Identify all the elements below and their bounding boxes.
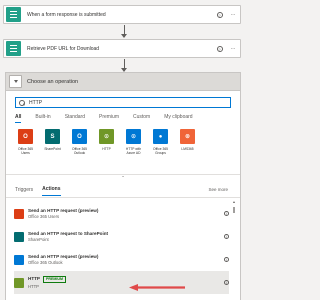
scroll-thumb[interactable] bbox=[233, 207, 235, 213]
action-connector: HTTP bbox=[28, 283, 39, 289]
tab-triggers[interactable]: Triggers bbox=[15, 187, 33, 196]
forms-icon bbox=[6, 7, 21, 22]
action-list: Send an HTTP request (preview) Office 36… bbox=[14, 202, 229, 294]
action-title: Send an HTTP request (preview) bbox=[28, 208, 99, 213]
chevron-up-icon: ⌃ bbox=[121, 175, 125, 180]
premium-badge: PREMIUM bbox=[43, 276, 66, 283]
connector-label: Office 365 Users bbox=[18, 147, 33, 155]
step-title: When a form response is submitted bbox=[27, 11, 106, 18]
operation-type-tabs: Triggers Actions bbox=[15, 186, 70, 196]
list-item[interactable]: Send an HTTP request (preview) Office 36… bbox=[14, 248, 229, 271]
tab-my-clipboard[interactable]: My clipboard bbox=[164, 114, 192, 123]
more-options-icon[interactable]: ··· bbox=[231, 46, 236, 52]
filter-tabs: All Built-in Standard Premium Custom My … bbox=[15, 114, 207, 123]
list-item[interactable]: Send an HTTP request (preview) Office 36… bbox=[14, 202, 229, 225]
flow-step-compose[interactable]: Retrieve PDF URL for Download ? ··· bbox=[3, 39, 241, 58]
tab-standard[interactable]: Standard bbox=[65, 114, 85, 123]
help-icon[interactable]: ? bbox=[216, 11, 223, 18]
connector-http-azure-ad[interactable]: ⊙ HTTP with Azure AD bbox=[123, 129, 144, 155]
connector-label: SharePoint bbox=[44, 147, 61, 151]
search-icon bbox=[19, 99, 25, 106]
connector-label: Office 365 Outlook bbox=[72, 147, 87, 155]
connector-sharepoint[interactable]: S SharePoint bbox=[42, 129, 63, 155]
compose-icon bbox=[6, 41, 21, 56]
connector-http[interactable]: ⊙ HTTP bbox=[96, 129, 117, 155]
connector-office365-outlook[interactable]: O Office 365 Outlook bbox=[69, 129, 90, 155]
action-title: HTTP bbox=[28, 276, 40, 282]
more-options-icon[interactable]: ··· bbox=[231, 12, 236, 18]
tab-built-in[interactable]: Built-in bbox=[35, 114, 50, 123]
outlook-icon: O bbox=[72, 129, 87, 144]
connector-label: HTTP bbox=[102, 147, 111, 151]
connector-label: LMS365 bbox=[181, 147, 194, 151]
list-item-http[interactable]: HTTP PREMIUM HTTP i bbox=[14, 271, 229, 294]
office365-groups-icon: ● bbox=[153, 129, 168, 144]
http-globe-icon: ⊙ bbox=[99, 129, 114, 144]
sharepoint-icon bbox=[14, 231, 24, 242]
flow-connector-arrow bbox=[121, 25, 127, 38]
tab-premium[interactable]: Premium bbox=[99, 114, 119, 123]
action-connector: Office 365 Users bbox=[28, 214, 60, 219]
choose-operation-panel: Choose an operation All Built-in Standar… bbox=[5, 72, 241, 300]
info-icon[interactable]: i bbox=[224, 280, 229, 285]
connector-grid: O Office 365 Users S SharePoint O Office… bbox=[15, 129, 198, 155]
list-item[interactable]: Send an HTTP request to SharePoint Share… bbox=[14, 225, 229, 248]
connector-label: Office 365 Groups bbox=[153, 147, 168, 155]
tab-actions[interactable]: Actions bbox=[42, 186, 61, 196]
action-connector: Office 365 Outlook bbox=[28, 260, 63, 265]
see-more-link[interactable]: See more bbox=[208, 187, 228, 192]
step-title: Retrieve PDF URL for Download bbox=[27, 45, 100, 52]
scroll-up-icon[interactable] bbox=[233, 201, 235, 203]
panel-header: Choose an operation bbox=[6, 73, 240, 91]
http-globe-icon bbox=[14, 277, 24, 288]
http-azure-ad-icon: ⊙ bbox=[126, 129, 141, 144]
flow-connector-arrow bbox=[121, 59, 127, 72]
search-box[interactable] bbox=[15, 97, 231, 108]
outlook-icon bbox=[14, 254, 24, 265]
action-connector: SharePoint bbox=[28, 237, 49, 242]
operation-icon bbox=[9, 75, 22, 88]
connector-office365-groups[interactable]: ● Office 365 Groups bbox=[150, 129, 171, 155]
info-icon[interactable]: i bbox=[224, 257, 229, 262]
divider bbox=[6, 197, 240, 198]
panel-title: Choose an operation bbox=[27, 78, 79, 85]
info-icon[interactable]: i bbox=[224, 211, 229, 216]
search-input[interactable] bbox=[29, 99, 219, 106]
help-icon[interactable]: ? bbox=[216, 45, 223, 52]
action-title: Send an HTTP request to SharePoint bbox=[28, 231, 109, 236]
lms365-icon: ⊛ bbox=[180, 129, 195, 144]
tab-all[interactable]: All bbox=[15, 114, 22, 123]
connector-label: HTTP with Azure AD bbox=[125, 147, 142, 155]
action-title: Send an HTTP request (preview) bbox=[28, 254, 99, 259]
connector-office365-users[interactable]: O Office 365 Users bbox=[15, 129, 36, 155]
connector-lms365[interactable]: ⊛ LMS365 bbox=[177, 129, 198, 155]
office365-users-icon bbox=[14, 208, 24, 219]
tab-custom[interactable]: Custom bbox=[133, 114, 150, 123]
scrollbar[interactable] bbox=[232, 201, 236, 300]
pointer-arrow-icon bbox=[129, 284, 185, 291]
collapse-connectors-button[interactable]: ⌃ bbox=[6, 174, 240, 180]
office365-users-icon: O bbox=[18, 129, 33, 144]
flow-step-trigger[interactable]: When a form response is submitted ? ··· bbox=[3, 5, 241, 24]
info-icon[interactable]: i bbox=[224, 234, 229, 239]
sharepoint-icon: S bbox=[45, 129, 60, 144]
